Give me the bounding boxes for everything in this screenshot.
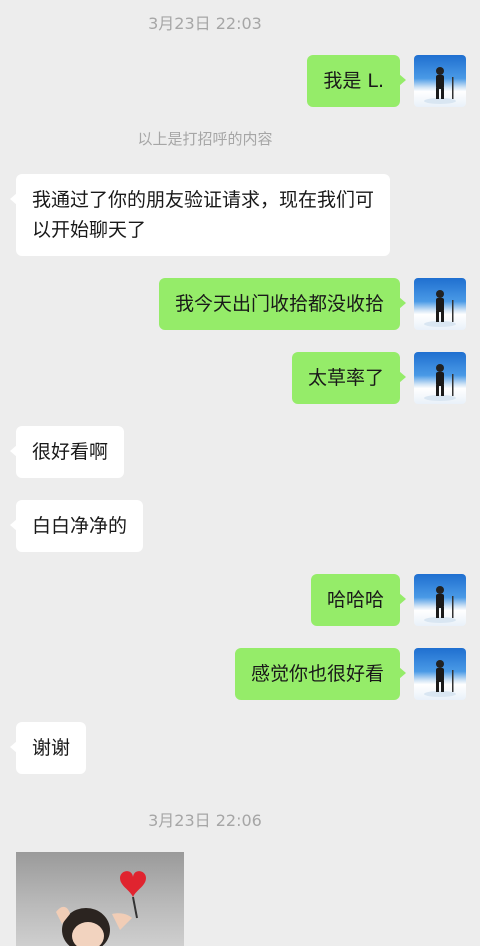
- self-avatar[interactable]: [414, 55, 466, 107]
- message-bubble-received[interactable]: 白白净净的: [9, 500, 144, 552]
- system-notice: 以上是打招呼的内容: [137, 130, 273, 148]
- timestamp: 3月23日 22:06: [148, 811, 262, 830]
- timestamp: 3月23日 22:03: [148, 14, 262, 33]
- sticker-image[interactable]: [16, 852, 184, 946]
- message-bubble-sent[interactable]: 感觉你也很好看: [234, 648, 407, 700]
- self-avatar[interactable]: [414, 574, 466, 626]
- person-figure-icon: [424, 67, 456, 104]
- person-figure-icon: [424, 586, 456, 623]
- message-bubble-received[interactable]: 谢谢: [9, 722, 87, 774]
- message-bubble-sent[interactable]: 我今天出门收拾都没收拾: [158, 278, 407, 330]
- message-bubble-sent[interactable]: 我是 L.: [307, 55, 406, 107]
- child-with-heart-sticker: [56, 871, 146, 946]
- person-figure-icon: [424, 290, 456, 327]
- self-avatar[interactable]: [414, 352, 466, 404]
- self-avatar[interactable]: [414, 648, 466, 700]
- message-bubble-sent[interactable]: 哈哈哈: [310, 574, 407, 626]
- self-avatar[interactable]: [414, 278, 466, 330]
- person-figure-icon: [424, 364, 456, 401]
- person-figure-icon: [424, 660, 456, 697]
- message-bubble-received[interactable]: 很好看啊: [9, 426, 125, 478]
- message-bubble-received[interactable]: 我通过了你的朋友验证请求，现在我们可以开始聊天了: [10, 174, 390, 256]
- message-bubble-sent[interactable]: 太草率了: [291, 352, 407, 404]
